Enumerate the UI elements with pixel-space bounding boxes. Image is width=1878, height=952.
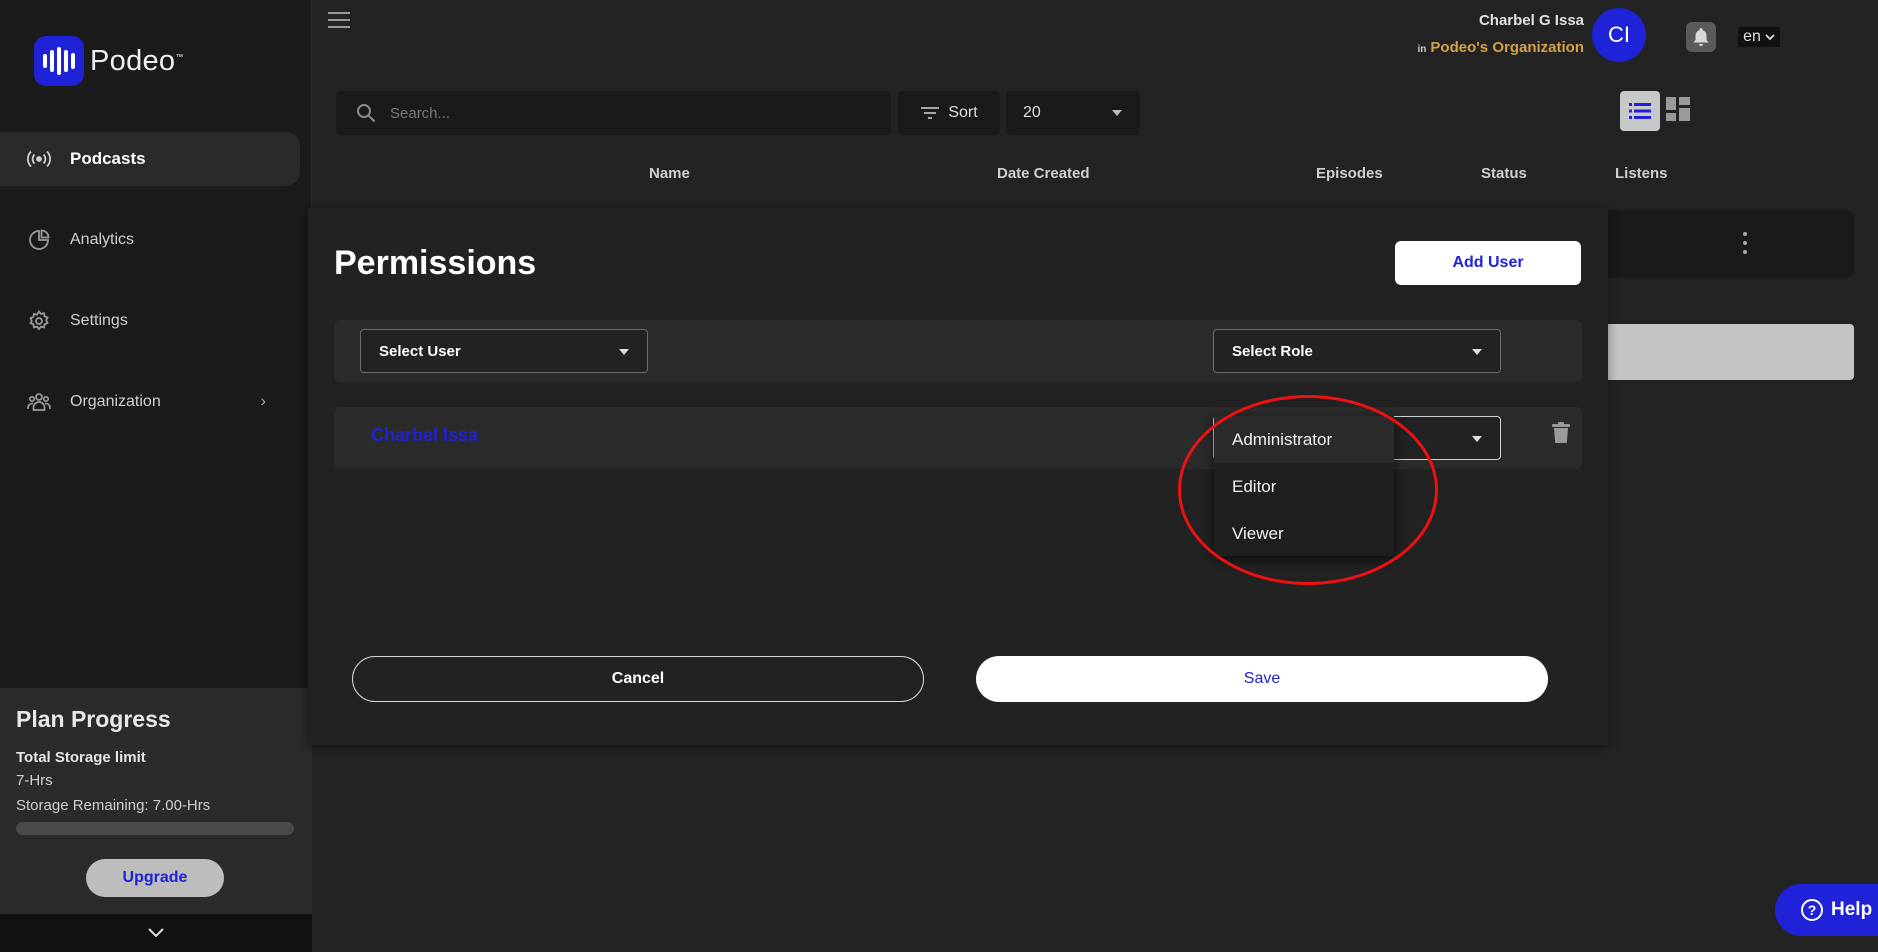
user-info: Charbel G Issa in Podeo's Organization (1418, 12, 1584, 56)
sort-button[interactable]: Sort (898, 91, 1000, 135)
role-option-editor[interactable]: Editor (1214, 463, 1394, 510)
select-user-label: Select User (379, 342, 461, 360)
add-user-button[interactable]: Add User (1395, 241, 1581, 285)
storage-limit-value: 7-Hrs (16, 772, 53, 789)
brand-name: Podeo (90, 44, 176, 77)
caret-down-icon (1112, 110, 1122, 116)
sidebar-nav: Podcasts Analytics Settings Organization… (0, 132, 300, 456)
save-button[interactable]: Save (976, 656, 1548, 702)
language-value: en (1743, 28, 1761, 45)
avatar[interactable]: CI (1592, 8, 1646, 62)
sidebar: Podeo™ Podcasts Analytics Settings Organ… (0, 0, 312, 952)
gear-icon (26, 308, 52, 334)
column-header-status[interactable]: Status (1481, 165, 1527, 182)
chevron-down-icon (147, 923, 165, 944)
filter-lines-icon (921, 107, 940, 119)
chevron-right-icon: › (260, 393, 266, 410)
sidebar-item-label: Organization (70, 393, 161, 410)
select-user-dropdown[interactable]: Select User (360, 329, 648, 373)
sidebar-item-label: Analytics (70, 231, 135, 248)
help-label: Help (1831, 899, 1873, 920)
select-role-label: Select Role (1232, 342, 1313, 360)
org-prefix: in (1417, 44, 1427, 55)
permissions-dialog: Permissions Add User Select User Select … (308, 208, 1608, 745)
column-header-episodes[interactable]: Episodes (1316, 165, 1383, 182)
plan-progress-title: Plan Progress (16, 706, 171, 732)
sidebar-item-organization[interactable]: Organization › (0, 375, 300, 429)
list-icon (1629, 103, 1651, 119)
sidebar-item-label: Settings (70, 312, 128, 329)
pie-chart-icon (26, 227, 52, 253)
grid-icon (1666, 97, 1690, 121)
column-header-date[interactable]: Date Created (997, 165, 1090, 182)
sort-label: Sort (948, 104, 978, 121)
column-header-listens[interactable]: Listens (1615, 165, 1668, 182)
caret-down-icon (1472, 349, 1482, 355)
table-row[interactable] (1606, 210, 1854, 278)
people-icon (26, 389, 52, 415)
search-icon (357, 104, 376, 123)
trademark-mark: ™ (175, 51, 184, 61)
user-name: Charbel G Issa (1478, 12, 1584, 29)
search-input[interactable] (390, 104, 870, 122)
question-icon: ? (1801, 899, 1823, 921)
cancel-button[interactable]: Cancel (352, 656, 924, 702)
grid-view-toggle[interactable] (1666, 97, 1692, 123)
upgrade-button[interactable]: Upgrade (86, 859, 224, 897)
organization-name[interactable]: Podeo's Organization (1430, 39, 1584, 56)
storage-limit-label: Total Storage limit (16, 749, 146, 766)
language-select[interactable]: en (1738, 27, 1780, 47)
sidebar-item-label: Podcasts (70, 149, 146, 168)
chevron-down-icon (1765, 33, 1775, 40)
more-options-icon[interactable] (1742, 232, 1748, 254)
role-options-menu: Administrator Editor Viewer (1214, 416, 1394, 556)
caret-down-icon (619, 349, 629, 355)
plan-progress-panel: Plan Progress Total Storage limit 7-Hrs … (0, 688, 312, 914)
select-role-dropdown[interactable]: Select Role (1213, 329, 1501, 373)
trash-icon[interactable] (1552, 422, 1574, 448)
role-option-viewer[interactable]: Viewer (1214, 510, 1394, 557)
sidebar-item-settings[interactable]: Settings (0, 294, 300, 348)
user-name-link[interactable]: Charbel Issa (371, 425, 478, 446)
user-permission-row: Charbel Issa (334, 407, 1582, 469)
help-button[interactable]: ? Help (1775, 884, 1878, 936)
collapse-toggle[interactable] (0, 914, 312, 952)
storage-remaining: Storage Remaining: 7.00-Hrs (16, 797, 211, 814)
sidebar-item-analytics[interactable]: Analytics (0, 213, 300, 267)
sidebar-item-podcasts[interactable]: Podcasts (0, 132, 300, 186)
dialog-title: Permissions (334, 244, 537, 282)
column-header-name[interactable]: Name (649, 165, 690, 182)
list-view-toggle[interactable] (1620, 91, 1660, 131)
page-size-value: 20 (1023, 104, 1041, 121)
search-box (336, 91, 891, 135)
podeo-logo-mark (34, 36, 84, 86)
page-size-select[interactable]: 20 (1006, 91, 1140, 135)
menu-icon[interactable] (328, 12, 350, 30)
podeo-logo[interactable]: Podeo™ (34, 36, 184, 86)
caret-down-icon (1472, 436, 1482, 442)
role-option-administrator[interactable]: Administrator (1214, 416, 1394, 463)
bell-icon[interactable] (1686, 22, 1716, 52)
storage-progress-bar (16, 822, 294, 835)
broadcast-icon (26, 146, 52, 172)
table-row[interactable] (1606, 324, 1854, 380)
new-permission-row: Select User Select Role (334, 320, 1582, 382)
